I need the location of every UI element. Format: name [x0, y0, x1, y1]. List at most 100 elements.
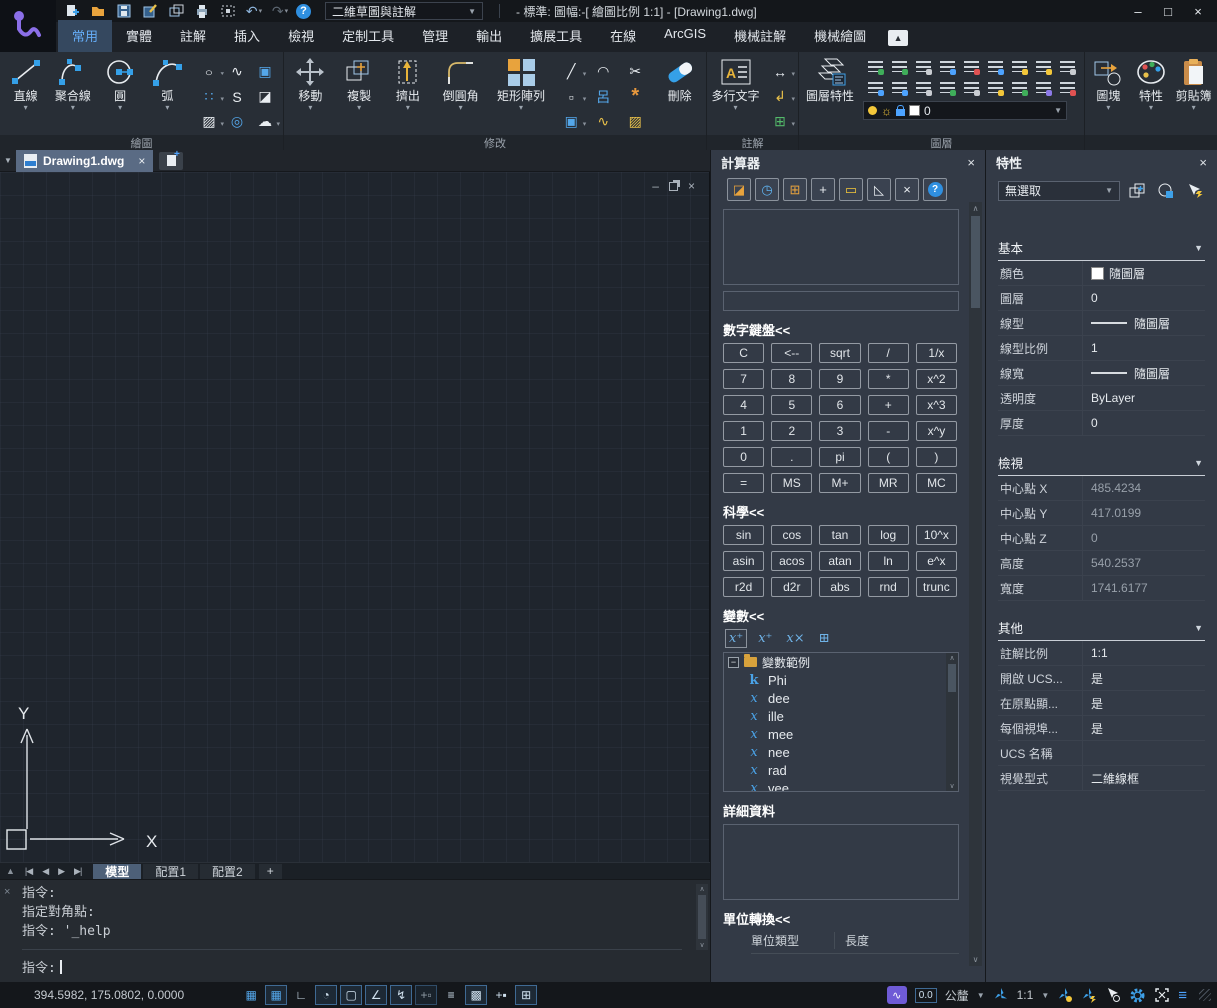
- model-space-icon[interactable]: ∿: [887, 986, 907, 1004]
- calc-key[interactable]: MR: [868, 473, 909, 493]
- prop-center-z[interactable]: 中心點 Z 0: [998, 526, 1205, 551]
- select-objects-icon[interactable]: [1154, 180, 1178, 201]
- section-collapse-icon[interactable]: ▼: [1194, 243, 1203, 253]
- scroll-up-icon[interactable]: ∧: [949, 654, 954, 662]
- layer-dropdown[interactable]: ☼ 0 ▼: [863, 101, 1067, 120]
- calc-key[interactable]: 6: [819, 395, 860, 415]
- calc-input-field[interactable]: [723, 291, 959, 311]
- lengthen-icon[interactable]: ◠: [589, 59, 617, 84]
- calc-key[interactable]: MS: [771, 473, 812, 493]
- table-icon[interactable]: ⊞: [766, 109, 794, 134]
- section-collapse-icon[interactable]: ▼: [1194, 458, 1203, 468]
- clear-icon[interactable]: ◪: [727, 178, 751, 201]
- autoscale-icon[interactable]: [1057, 987, 1073, 1003]
- calc-key[interactable]: 4: [723, 395, 764, 415]
- isometric-draft-toggle[interactable]: ∠: [365, 985, 387, 1005]
- tab-arcgis[interactable]: ArcGIS: [650, 20, 720, 52]
- new-layout-button[interactable]: +: [259, 864, 282, 879]
- open-icon[interactable]: [88, 2, 108, 20]
- scroll-down-icon[interactable]: ∨: [949, 782, 954, 790]
- prop-center-x[interactable]: 中心點 X 485.4234: [998, 476, 1205, 501]
- nee[interactable]: x nee: [724, 743, 958, 761]
- circle-button[interactable]: 圓▾: [97, 55, 144, 112]
- clipboard-button[interactable]: 剪貼簿▾: [1172, 55, 1215, 112]
- new-drawing-icon[interactable]: [62, 2, 82, 20]
- ribbon-collapse-button[interactable]: ▲: [888, 30, 908, 46]
- ille[interactable]: x ille: [724, 707, 958, 725]
- prop-ucs-on[interactable]: 開啟 UCS... 是: [998, 666, 1205, 691]
- ortho-toggle[interactable]: ∟: [290, 985, 312, 1005]
- section-collapse-icon[interactable]: ▼: [1194, 623, 1203, 633]
- tab-insert[interactable]: 插入: [220, 20, 274, 52]
- save-as-icon[interactable]: [140, 2, 160, 20]
- layer-freeze-icon[interactable]: [911, 56, 935, 77]
- region-icon[interactable]: ▣: [251, 59, 279, 84]
- tab-model[interactable]: 模型: [93, 864, 141, 879]
- viewport-close-icon[interactable]: ×: [688, 180, 695, 192]
- layer-merge-icon[interactable]: [911, 77, 935, 98]
- calc-key[interactable]: 1: [723, 421, 764, 441]
- section-view[interactable]: 檢視▼: [998, 450, 1205, 476]
- previous-layout-icon[interactable]: ◀: [38, 866, 52, 877]
- copy-button[interactable]: 複製▾: [335, 55, 384, 112]
- prop-height[interactable]: 高度 540.2537: [998, 551, 1205, 576]
- tab-mech-annotation[interactable]: 機械註解: [720, 20, 800, 52]
- calc-key[interactable]: (: [868, 447, 909, 467]
- close-button[interactable]: ×: [1183, 1, 1213, 21]
- command-input[interactable]: 指令:: [22, 949, 682, 976]
- prop-ucs-origin[interactable]: 在原點顯... 是: [998, 691, 1205, 716]
- next-layout-icon[interactable]: ▶: [54, 866, 68, 877]
- polyline-button[interactable]: 聚合線▾: [49, 55, 96, 112]
- calc-sci-key[interactable]: ln: [868, 551, 909, 571]
- snap-toggle[interactable]: ▦: [240, 985, 262, 1005]
- new-variable-icon[interactable]: x⁺: [725, 629, 747, 648]
- mee[interactable]: x mee: [724, 725, 958, 743]
- prop-annotation-scale[interactable]: 註解比例 1:1: [998, 641, 1205, 666]
- calc-sci-key[interactable]: sin: [723, 525, 764, 545]
- object-snap-toggle[interactable]: ▢: [340, 985, 362, 1005]
- Phi[interactable]: k Phi: [724, 671, 958, 689]
- leader-icon[interactable]: ↲: [766, 84, 794, 109]
- calculator-scrollbar[interactable]: ∧∨: [969, 202, 982, 966]
- resize-grip[interactable]: [1199, 989, 1211, 1001]
- collapse-expander-icon[interactable]: −: [728, 657, 739, 668]
- revision-cloud-icon[interactable]: ☁: [251, 109, 279, 134]
- delete-variable-icon[interactable]: x×: [783, 630, 807, 647]
- prop-transparency[interactable]: 透明度 ByLayer: [998, 386, 1205, 411]
- calc-key[interactable]: C: [723, 343, 764, 363]
- calc-key[interactable]: 2: [771, 421, 812, 441]
- tab-close-icon[interactable]: ×: [138, 154, 145, 168]
- section-other[interactable]: 其他▼: [998, 615, 1205, 641]
- calc-key[interactable]: 7: [723, 369, 764, 389]
- calc-help-icon[interactable]: ?: [923, 178, 947, 201]
- dynamic-units-icon[interactable]: 0.0: [915, 988, 937, 1003]
- units-label[interactable]: 公釐: [945, 987, 969, 1004]
- rect-array-button[interactable]: 矩形陣列▾: [489, 55, 553, 112]
- angle-of-line-icon[interactable]: ◺: [867, 178, 891, 201]
- calc-key[interactable]: M+: [819, 473, 860, 493]
- selection-dropdown[interactable]: 無選取 ▼: [998, 181, 1120, 201]
- calc-sci-key[interactable]: abs: [819, 577, 860, 597]
- calc-sci-key[interactable]: tan: [819, 525, 860, 545]
- calc-key[interactable]: pi: [819, 447, 860, 467]
- status-menu-icon[interactable]: ≡: [1178, 987, 1187, 1004]
- calc-sci-key[interactable]: rnd: [868, 577, 909, 597]
- layer-vp-freeze-icon[interactable]: [983, 77, 1007, 98]
- coordinates-readout[interactable]: 394.5982, 175.0802, 0.0000: [34, 988, 184, 1002]
- panel-label-modify[interactable]: 修改: [284, 135, 706, 150]
- new-document-tab-button[interactable]: [159, 152, 183, 170]
- calc-key[interactable]: x^y: [916, 421, 957, 441]
- prop-linetype[interactable]: 線型 隨圖層: [998, 311, 1205, 336]
- panel-label-layers[interactable]: 圖層: [799, 135, 1084, 150]
- app-logo[interactable]: [0, 0, 56, 52]
- tab-list-icon[interactable]: ▼: [0, 156, 16, 165]
- gear-icon[interactable]: [1129, 987, 1146, 1004]
- ellipse-icon[interactable]: ○: [195, 62, 223, 82]
- stretch-button[interactable]: 擠出▾: [384, 55, 433, 112]
- selection-cycling-toggle[interactable]: +▪: [490, 985, 512, 1005]
- prop-lineweight[interactable]: 線寬 隨圖層: [998, 361, 1205, 386]
- donut-icon[interactable]: ◎: [223, 109, 251, 134]
- calc-key[interactable]: MC: [916, 473, 957, 493]
- undo-icon[interactable]: ↶▾: [244, 2, 264, 20]
- command-scrollbar[interactable]: ∧∨: [696, 884, 708, 950]
